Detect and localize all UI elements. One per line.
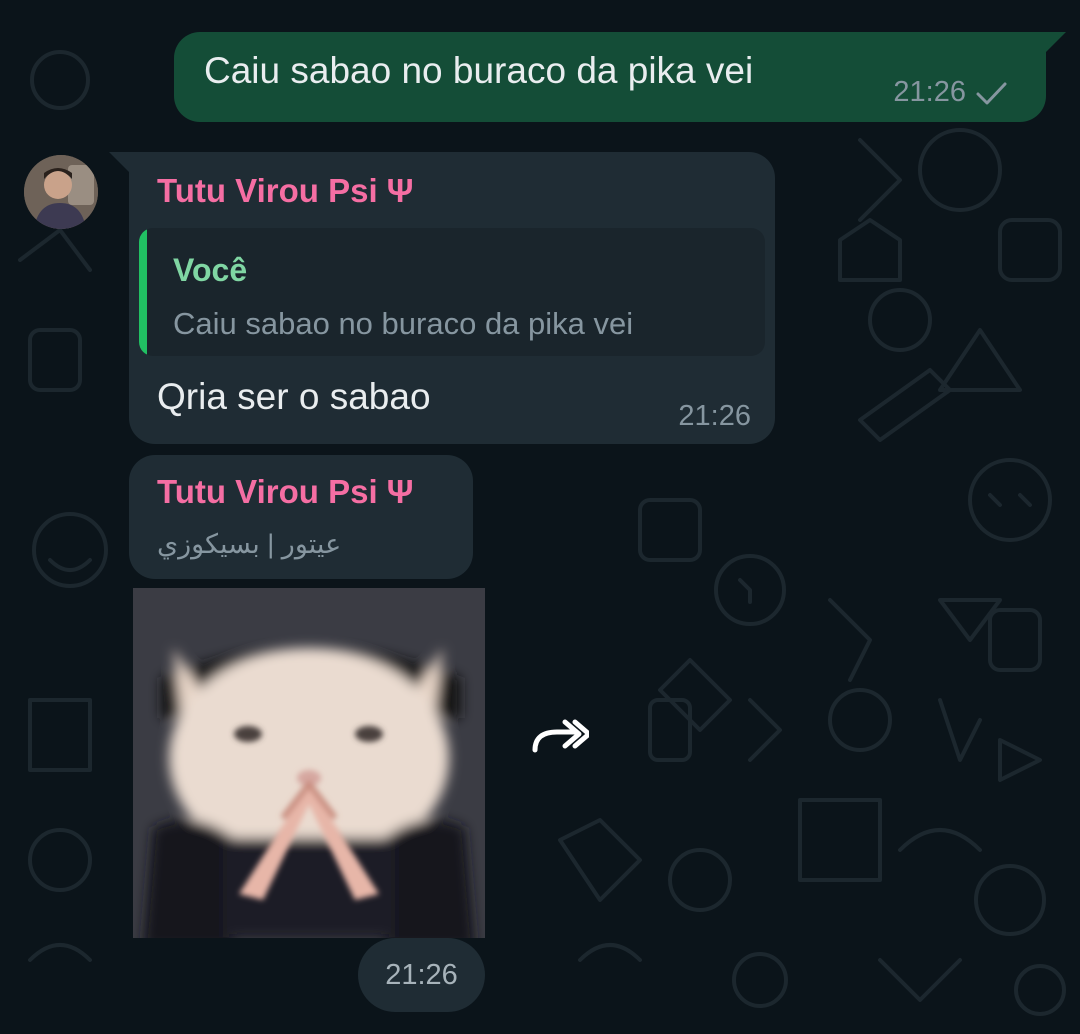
sender-avatar[interactable]	[24, 155, 98, 229]
sticker-time-badge: 21:26	[358, 938, 485, 1012]
chat-screen: Caiu sabao no buraco da pika vei 21:26 T…	[0, 0, 1080, 1034]
forward-button[interactable]	[513, 690, 605, 782]
message-text: Caiu sabao no buraco da pika vei	[204, 50, 754, 91]
avatar-photo	[24, 155, 98, 229]
sender-name[interactable]: Tutu Virou Psi Ψ	[157, 473, 414, 511]
quote-accent-bar	[139, 228, 147, 356]
cat-sticker-image[interactable]	[133, 588, 485, 938]
quoted-message[interactable]: Você Caiu sabao no buraco da pika vei	[139, 228, 765, 356]
message-time: 21:26	[678, 400, 751, 432]
outgoing-message-bubble[interactable]: Caiu sabao no buraco da pika vei 21:26	[174, 32, 1066, 122]
forward-icon	[532, 719, 589, 753]
quote-author: Você	[173, 252, 248, 288]
message-meta: 21:26	[893, 76, 1008, 109]
message-time: 21:26	[385, 958, 458, 991]
cat-sticker-drawing	[133, 588, 485, 938]
single-check-icon	[976, 82, 1007, 104]
quote-text: Caiu sabao no buraco da pika vei	[173, 306, 634, 341]
sticker-sender-bubble[interactable]: Tutu Virou Psi Ψ عيتور | بسيكوزي	[129, 455, 473, 579]
sender-name[interactable]: Tutu Virou Psi Ψ	[157, 172, 414, 210]
incoming-reply-bubble[interactable]: Tutu Virou Psi Ψ Você Caiu sabao no bura…	[109, 152, 775, 444]
sender-subtitle: عيتور | بسيكوزي	[157, 529, 342, 559]
message-time: 21:26	[893, 76, 966, 108]
message-text: Qria ser o sabao	[157, 376, 431, 417]
